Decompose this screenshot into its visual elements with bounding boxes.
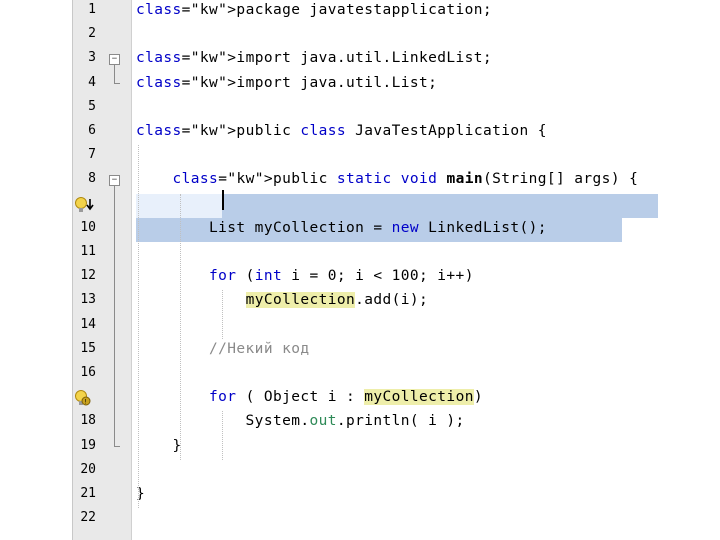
indent-guide [222, 411, 223, 460]
line-number: 14 [80, 316, 96, 332]
line-number: 4 [88, 74, 96, 90]
indent-guide [138, 145, 139, 509]
code-line[interactable]: class="kw">public static void main(Strin… [136, 167, 638, 191]
code-line[interactable]: for (int i = 0; i < 100; i++) [136, 264, 474, 288]
line-number: 15 [80, 340, 96, 356]
line-number: 1 [88, 2, 96, 17]
line-number: 10 [80, 219, 96, 235]
code-line[interactable]: class="kw">import java.util.List; [136, 71, 437, 95]
line-number: 19 [80, 437, 96, 453]
line-number: 11 [80, 244, 96, 259]
line-number: 20 [80, 461, 96, 477]
fold-end [114, 445, 120, 447]
line-number: 6 [88, 123, 96, 138]
svg-text:!: ! [84, 399, 86, 406]
line-number: 13 [80, 292, 96, 308]
code-line[interactable]: for ( Object i : myCollection) [136, 385, 483, 409]
bulb-warning-icon[interactable]: ! [74, 389, 96, 407]
indent-guide [180, 193, 181, 460]
code-line[interactable]: class="kw">package javatestapplication; [136, 0, 492, 22]
code-line[interactable]: System.out.println( i ); [136, 409, 465, 433]
line-number: 12 [80, 268, 96, 284]
caret-line-left [136, 193, 222, 218]
fold-end [114, 82, 120, 84]
indent-guide [222, 290, 223, 339]
line-number: 3 [88, 50, 96, 66]
bulb-hint-icon[interactable] [74, 196, 96, 214]
code-editor[interactable]: 1 class="kw">package javatestapplication;… [0, 0, 720, 540]
line-number: 8 [88, 171, 96, 187]
code-line[interactable]: List myCollection = new LinkedList(); [136, 216, 547, 240]
fold-line [114, 186, 115, 446]
line-number: 7 [88, 147, 96, 163]
line-number: 18 [80, 413, 96, 429]
line-number: 16 [80, 365, 96, 380]
line-number: 5 [88, 98, 96, 114]
code-line[interactable]: //Некий код [136, 337, 309, 361]
code-line[interactable]: } [136, 434, 182, 458]
code-line[interactable]: class="kw">public class JavaTestApplicat… [136, 119, 547, 143]
line-number: 22 [80, 510, 96, 526]
fold-line [114, 65, 115, 83]
line-number: 21 [80, 486, 96, 501]
fold-imports-toggle[interactable]: − [109, 54, 120, 66]
line-number: 2 [88, 26, 96, 42]
code-line[interactable]: class="kw">import java.util.LinkedList; [136, 46, 492, 70]
text-caret [222, 190, 224, 210]
fold-main-toggle[interactable]: − [109, 175, 120, 187]
